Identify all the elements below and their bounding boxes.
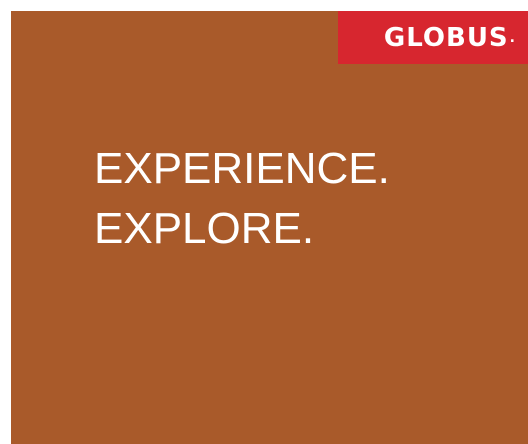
headline: EXPERIENCE. EXPLORE. bbox=[94, 139, 390, 259]
headline-line-1: EXPERIENCE. bbox=[94, 144, 390, 193]
brand-logo[interactable]: GLOBUS. bbox=[338, 11, 528, 64]
brand-logo-text: GLOBUS. bbox=[384, 24, 516, 52]
brand-name: GLOBUS bbox=[383, 23, 509, 53]
brand-mark: . bbox=[509, 30, 516, 46]
ad-banner[interactable]: GLOBUS. EXPERIENCE. EXPLORE. bbox=[11, 11, 528, 444]
headline-line-2: EXPLORE. bbox=[94, 204, 315, 253]
